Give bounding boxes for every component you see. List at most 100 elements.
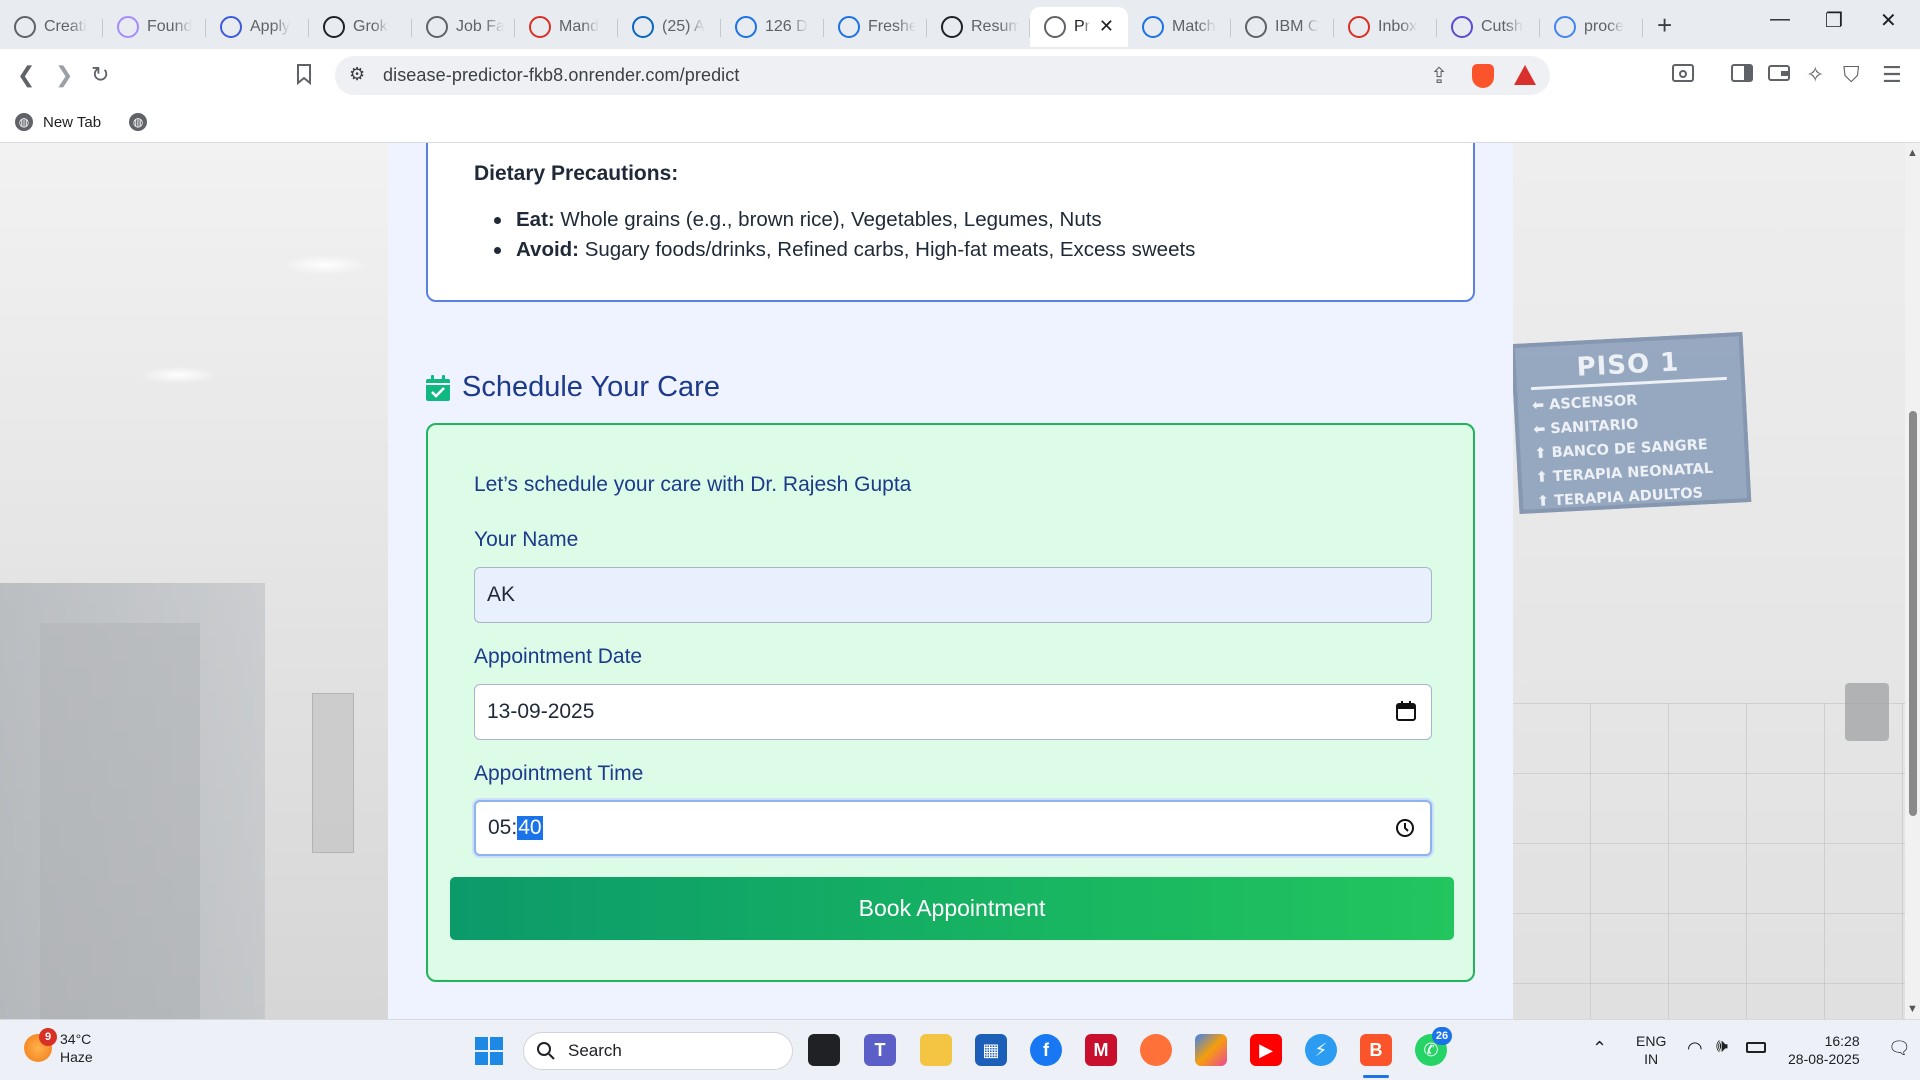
- tab-title: 126 D: [765, 18, 808, 35]
- volume-icon[interactable]: 🕪: [1716, 1036, 1728, 1058]
- scroll-down-icon[interactable]: ▼: [1907, 1003, 1918, 1015]
- browser-tab[interactable]: 126 D: [721, 7, 824, 47]
- browser-tab[interactable]: Mand: [515, 7, 618, 47]
- task-view-icon[interactable]: [808, 1034, 840, 1066]
- tab-title: IBM C: [1275, 18, 1320, 35]
- wall-fixture: [1845, 683, 1889, 741]
- job-icon: [426, 16, 448, 38]
- close-tab-icon[interactable]: ✕: [1099, 16, 1114, 37]
- store-icon[interactable]: ▦: [975, 1034, 1007, 1066]
- browser-tab[interactable]: Pr ✕: [1030, 7, 1128, 47]
- weather-widget[interactable]: 9 34°C Haze: [24, 1028, 93, 1066]
- browser-tab[interactable]: proce: [1540, 7, 1643, 47]
- clock-icon[interactable]: [1394, 817, 1416, 839]
- form-intro: Let’s schedule your care with Dr. Rajesh…: [474, 473, 912, 496]
- forward-icon[interactable]: ❯: [55, 63, 73, 87]
- grok-icon: [323, 16, 345, 38]
- list-item: Avoid: Sugary foods/drinks, Refined carb…: [478, 235, 1195, 265]
- browser-tab[interactable]: Apply: [206, 7, 309, 47]
- browser-tab[interactable]: Found: [103, 7, 206, 47]
- weather-desc: Haze: [60, 1049, 93, 1065]
- wifi-icon[interactable]: ◠: [1687, 1038, 1703, 1059]
- book-appointment-button[interactable]: Book Appointment: [450, 877, 1454, 940]
- mcafee-icon[interactable]: M: [1085, 1034, 1117, 1066]
- browser-tab[interactable]: Creati: [0, 7, 103, 47]
- bookmark-new-tab[interactable]: New Tab: [43, 114, 101, 131]
- search-placeholder: Search: [568, 1041, 622, 1060]
- browser-tab[interactable]: Job Fa: [412, 7, 515, 47]
- bookmark-globe-icon[interactable]: ◍: [129, 113, 148, 131]
- browser-tab[interactable]: Resum: [927, 7, 1030, 47]
- brave-taskbar-icon[interactable]: B: [1360, 1034, 1392, 1066]
- tab-title: Job Fa: [456, 18, 504, 35]
- close-window-icon[interactable]: ✕: [1880, 8, 1897, 33]
- bookmark-icon[interactable]: [296, 63, 312, 90]
- browser-tab[interactable]: Match: [1128, 7, 1231, 47]
- battery-icon[interactable]: [1746, 1042, 1766, 1053]
- calendar-icon[interactable]: [1395, 700, 1417, 722]
- back-icon[interactable]: ❮: [17, 63, 35, 87]
- google-icon: [1554, 16, 1576, 38]
- tab-title: Match: [1172, 18, 1216, 35]
- url-text[interactable]: disease-predictor-fkb8.onrender.com/pred…: [383, 65, 739, 86]
- schedule-heading: Schedule Your Care: [426, 371, 720, 404]
- site-info-icon[interactable]: ⚙: [349, 64, 365, 85]
- leo-ai-icon[interactable]: ✧: [1806, 63, 1824, 87]
- tray-expand-icon[interactable]: ⌃: [1592, 1038, 1607, 1059]
- browser-tab[interactable]: (25) A: [618, 7, 721, 47]
- date-input[interactable]: 13-09-2025: [474, 684, 1432, 740]
- time-input[interactable]: 05: 40: [474, 800, 1432, 856]
- browser-toolbar: ❮ ❯ ↻ ⚙ disease-predictor-fkb8.onrender.…: [0, 49, 1920, 102]
- share-icon[interactable]: ⇪: [1430, 64, 1448, 88]
- tab-list: Creati Found Apply Grok Job Fa Mand (25) A 126 …: [0, 2, 1643, 47]
- wallet-icon[interactable]: [1768, 63, 1790, 88]
- menu-icon[interactable]: ☰: [1882, 63, 1902, 87]
- browser-tab[interactable]: IBM C: [1231, 7, 1334, 47]
- taskbar-search[interactable]: Search: [523, 1032, 793, 1070]
- reload-icon[interactable]: ↻: [91, 63, 109, 87]
- time-minutes-selected[interactable]: 40: [517, 816, 543, 840]
- notifications-icon[interactable]: 🗨: [1888, 1038, 1911, 1059]
- new-tab-button[interactable]: +: [1657, 10, 1672, 41]
- brave-rewards-icon[interactable]: [1514, 65, 1536, 85]
- address-bar[interactable]: ⚙ disease-predictor-fkb8.onrender.com/pr…: [335, 56, 1550, 95]
- scroll-up-icon[interactable]: ▲: [1907, 147, 1918, 159]
- skype-icon[interactable]: ⚡: [1305, 1034, 1337, 1066]
- calendar-check-icon: [426, 374, 450, 401]
- clock[interactable]: 16:28 28-08-2025: [1788, 1032, 1860, 1068]
- name-input[interactable]: AK: [474, 567, 1432, 623]
- browser-tab[interactable]: Cutsh: [1437, 7, 1540, 47]
- scroll-thumb[interactable]: [1909, 411, 1917, 816]
- vpn-icon[interactable]: ⛉: [1843, 63, 1860, 87]
- elevator-door: [0, 583, 265, 1019]
- tab-search-icon[interactable]: [1672, 63, 1694, 88]
- weather-badge: 9: [39, 1028, 57, 1046]
- browser-tab[interactable]: Freshe: [824, 7, 927, 47]
- freshersworld-icon: [838, 16, 860, 38]
- file-explorer-icon[interactable]: [920, 1034, 952, 1066]
- windows-start-icon[interactable]: [474, 1036, 504, 1066]
- appointment-form: Let’s schedule your care with Dr. Rajesh…: [426, 423, 1475, 982]
- copilot-icon[interactable]: [1195, 1034, 1227, 1066]
- weather-temp: 34°C: [60, 1031, 92, 1047]
- tab-title: Found: [147, 18, 193, 35]
- restore-icon[interactable]: ❐: [1825, 8, 1843, 33]
- youtube-icon[interactable]: ▶: [1250, 1034, 1282, 1066]
- date-label: Appointment Date: [474, 645, 643, 668]
- brave-shields-icon[interactable]: [1472, 64, 1494, 88]
- language-indicator[interactable]: ENG IN: [1636, 1032, 1666, 1068]
- bookmarks-bar: ◍ New Tab ◍: [0, 102, 1920, 143]
- time-hours[interactable]: 05:: [488, 816, 517, 840]
- date-value: 13-09-2025: [487, 700, 595, 723]
- browser-tab[interactable]: Grok: [309, 7, 412, 47]
- sidebar-icon[interactable]: [1731, 63, 1753, 88]
- firefox-icon[interactable]: [1140, 1034, 1172, 1066]
- facebook-icon[interactable]: f: [1030, 1034, 1062, 1066]
- page-scrollbar[interactable]: ▲ ▼: [1905, 143, 1920, 1019]
- minimize-icon[interactable]: —: [1770, 8, 1790, 31]
- s-icon: [735, 16, 757, 38]
- teams-icon[interactable]: T: [864, 1034, 896, 1066]
- chatgpt-icon: [941, 16, 963, 38]
- tab-title: Apply: [250, 18, 291, 35]
- browser-tab[interactable]: Inbox: [1334, 7, 1437, 47]
